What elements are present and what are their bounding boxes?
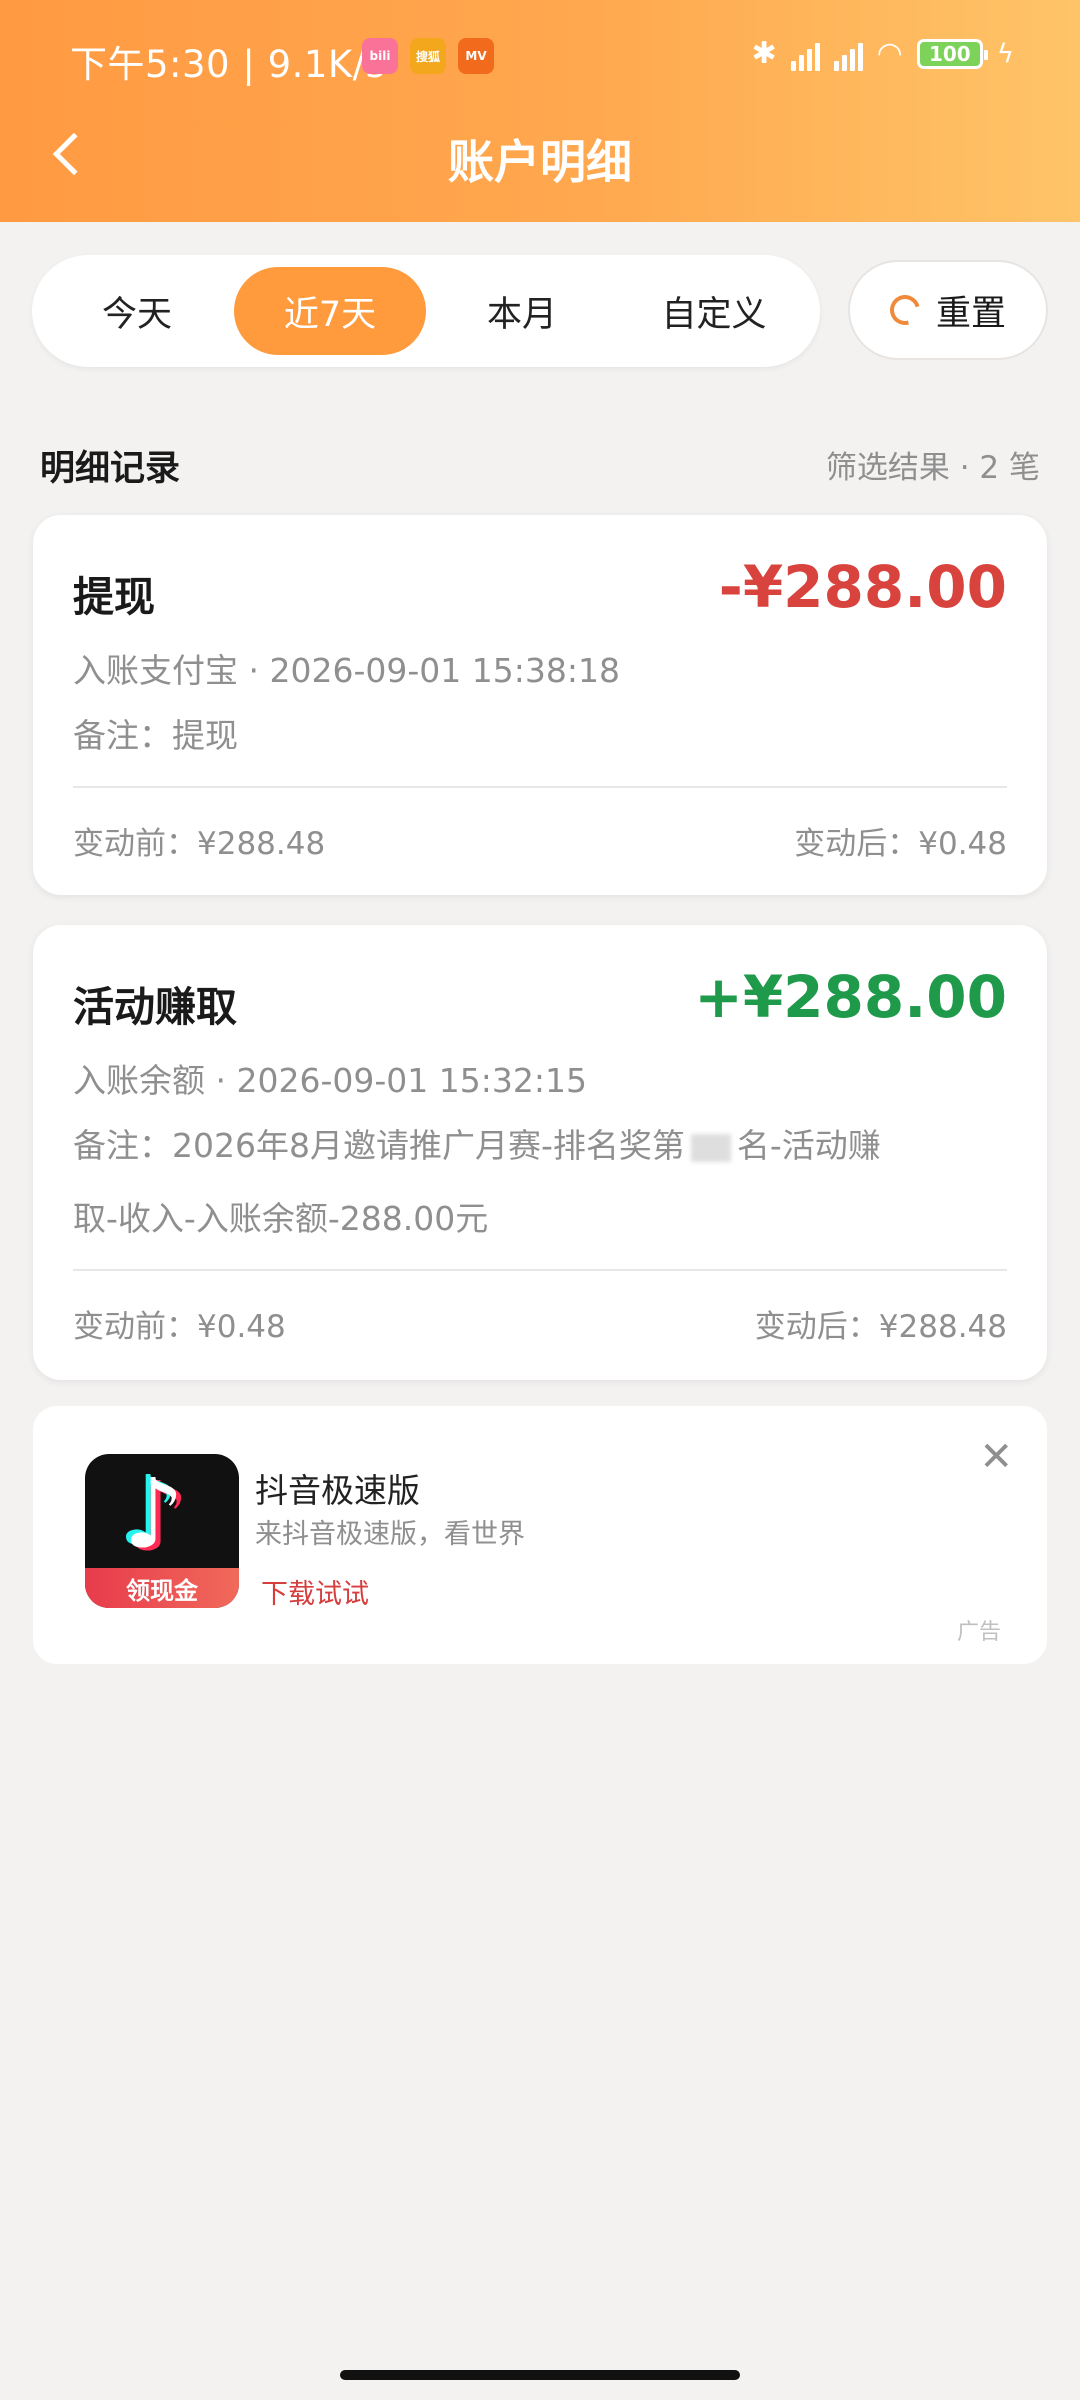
close-icon[interactable]: ✕ [979, 1434, 1013, 1480]
status-bar: 下午5:30 | 9.1K/s bili 搜狐 MV ✱ ◠ 100 ϟ [0, 0, 1080, 110]
redacted-mark [690, 1133, 731, 1162]
result-count: 筛选结果 · 2 笔 [825, 450, 1040, 486]
ad-label: 广告 [956, 1620, 1001, 1645]
record-note: 备注：2026年8月邀请推广月赛-排名奖第 名-活动赚 [73, 1110, 881, 1182]
record-title: 活动赚取 [73, 983, 237, 1031]
app-header: 下午5:30 | 9.1K/s bili 搜狐 MV ✱ ◠ 100 ϟ 账户明… [0, 0, 1080, 222]
tab-last-7-days[interactable]: 近7天 [234, 267, 426, 355]
balance-after: 变动后：¥288.48 [754, 1309, 1007, 1345]
reset-button[interactable]: 重置 [848, 260, 1048, 360]
divider [73, 1269, 1007, 1271]
battery-icon: 100 [916, 38, 988, 69]
douyin-logo-icon: ♪ 领现金 [85, 1454, 239, 1608]
balance-after: 变动后：¥0.48 [794, 826, 1007, 862]
record-card[interactable]: 活动赚取 +¥288.00 入账余额 · 2026-09-01 15:32:15… [33, 925, 1047, 1380]
balance-before: 变动前：¥0.48 [73, 1309, 286, 1345]
tab-this-month[interactable]: 本月 [432, 267, 612, 355]
divider [73, 786, 1007, 788]
balance-before: 变动前：¥288.48 [73, 826, 326, 862]
ad-download-link[interactable]: 下载试试 [261, 1572, 369, 1611]
status-time: 下午5:30 | 9.1K/s [70, 43, 386, 86]
record-meta: 入账支付宝 · 2026-09-01 15:38:18 [73, 651, 620, 690]
mgtv-app-icon: MV [458, 38, 494, 74]
sohu-app-icon: 搜狐 [410, 38, 446, 74]
status-indicators: ✱ ◠ 100 ϟ [752, 36, 1014, 71]
page-title: 账户明细 [448, 135, 632, 189]
logo-badge: 领现金 [85, 1568, 239, 1608]
ad-title: 抖音极速版 [255, 1471, 420, 1510]
ad-card[interactable]: ♪ 领现金 抖音极速版 来抖音极速版，看世界 下载试试 ✕ 广告 [33, 1406, 1047, 1664]
record-note-line2: 取-收入-入账余额-288.00元 [73, 1199, 489, 1238]
bluetooth-icon: ✱ [751, 36, 777, 71]
section-title: 明细记录 [40, 449, 181, 489]
record-card[interactable]: 提现 -¥288.00 入账支付宝 · 2026-09-01 15:38:18 … [33, 515, 1047, 895]
battery-level: 100 [928, 41, 971, 66]
tab-custom[interactable]: 自定义 [624, 267, 804, 355]
refresh-icon [884, 289, 926, 331]
record-meta: 入账余额 · 2026-09-01 15:32:15 [73, 1061, 587, 1100]
signal-icon [833, 37, 863, 71]
record-title: 提现 [73, 573, 155, 621]
record-note-part: 名-活动赚 [736, 1126, 881, 1165]
bilibili-app-icon: bili [362, 38, 398, 74]
ad-description: 来抖音极速版，看世界 [255, 1519, 525, 1550]
record-amount: +¥288.00 [694, 963, 1007, 1031]
record-note-part: 备注：2026年8月邀请推广月赛-排名奖第 [73, 1126, 685, 1165]
record-amount: -¥288.00 [718, 553, 1007, 621]
date-filter-tabs: 今天 近7天 本月 自定义 [32, 255, 820, 367]
record-note: 备注：提现 [73, 716, 238, 755]
home-indicator[interactable] [340, 2370, 740, 2380]
wifi-icon: ◠ [876, 36, 903, 71]
signal-icon [790, 37, 820, 71]
charging-icon: ϟ [996, 38, 1014, 69]
reset-label: 重置 [935, 293, 1006, 334]
tab-today[interactable]: 今天 [52, 267, 222, 355]
status-app-icons: bili 搜狐 MV [362, 38, 494, 74]
